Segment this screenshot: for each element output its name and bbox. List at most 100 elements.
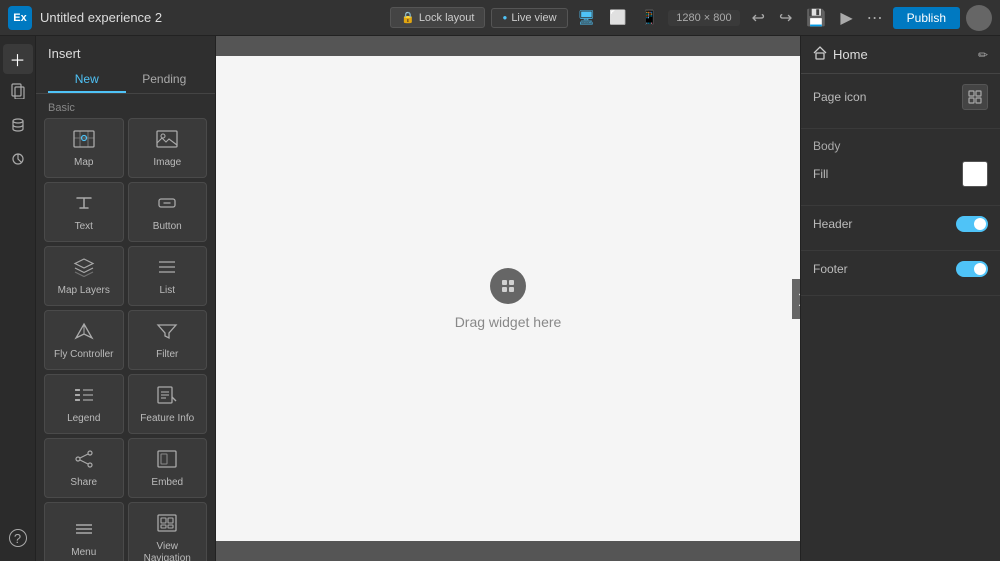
edit-icon[interactable]: ✏ xyxy=(978,48,988,62)
widget-text[interactable]: Text xyxy=(44,182,124,242)
text-label: Text xyxy=(75,221,93,233)
header-label: Header xyxy=(813,217,852,231)
collapse-panel-button[interactable]: ❯ xyxy=(792,279,800,319)
pages-icon xyxy=(10,83,26,104)
widget-grid: Map Image Text Button Map Layers List Fly Cont… xyxy=(36,118,215,561)
fill-color-swatch[interactable] xyxy=(962,161,988,187)
rail-insert-button[interactable]: ＋ xyxy=(3,44,33,74)
lock-layout-button[interactable]: 🔒 Lock layout xyxy=(390,7,485,28)
redo-button[interactable]: ↪ xyxy=(775,6,796,30)
filter-label: Filter xyxy=(156,349,178,361)
widget-map-layers[interactable]: Map Layers xyxy=(44,246,124,306)
widget-image[interactable]: Image xyxy=(128,118,208,178)
text-icon xyxy=(73,193,95,216)
map-label: Map xyxy=(74,157,93,169)
widget-fly-controller[interactable]: Fly Controller xyxy=(44,310,124,370)
widget-map[interactable]: Map xyxy=(44,118,124,178)
right-panel-header: Home ✏ xyxy=(801,36,1000,74)
map-layers-icon xyxy=(73,257,95,280)
topbar-actions: ↩ ↪ 💾 ▶ ⋯ Publish xyxy=(748,5,992,31)
map-icon xyxy=(73,129,95,152)
tablet-view-button[interactable]: ⬜ xyxy=(605,7,630,28)
lock-icon: 🔒 xyxy=(401,11,415,24)
rail-pages-button[interactable] xyxy=(3,78,33,108)
section-basic-label: Basic xyxy=(36,94,215,118)
undo-button[interactable]: ↩ xyxy=(748,6,769,30)
page-icon-picker[interactable] xyxy=(962,84,988,110)
header-toggle[interactable] xyxy=(956,216,988,232)
header-row: Header xyxy=(813,216,988,232)
widget-embed[interactable]: Embed xyxy=(128,438,208,498)
menu-icon xyxy=(73,519,95,542)
body-label: Body xyxy=(813,139,988,153)
app-title: Untitled experience 2 xyxy=(40,10,382,25)
footer-label: Footer xyxy=(813,262,848,276)
widget-menu[interactable]: Menu xyxy=(44,502,124,561)
plus-icon: ＋ xyxy=(9,47,25,71)
map-layers-label: Map Layers xyxy=(58,285,110,297)
canvas: Drag widget here ❯ xyxy=(216,56,800,541)
feature-info-label: Feature Info xyxy=(140,413,194,425)
drag-hint-icon xyxy=(490,268,526,304)
right-panel-title: Home xyxy=(833,47,972,62)
widget-feature-info[interactable]: Feature Info xyxy=(128,374,208,434)
legend-label: Legend xyxy=(67,413,100,425)
page-icon-row: Page icon xyxy=(813,84,988,110)
footer-row: Footer xyxy=(813,261,988,277)
help-icon: ? xyxy=(9,529,27,547)
user-avatar[interactable] xyxy=(966,5,992,31)
resolution-display: 1280 × 800 xyxy=(668,10,739,26)
data-icon xyxy=(10,117,26,138)
share-label: Share xyxy=(70,477,97,489)
more-options-button[interactable]: ⋯ xyxy=(863,6,887,30)
drag-hint: Drag widget here xyxy=(455,268,562,330)
view-navigation-label: View Navigation xyxy=(133,541,203,561)
canvas-area: Drag widget here ❯ xyxy=(216,36,800,561)
preview-button[interactable]: ▶ xyxy=(836,6,856,30)
insert-tabs: New Pending xyxy=(36,67,215,94)
theme-icon xyxy=(10,151,26,172)
widget-share[interactable]: Share xyxy=(44,438,124,498)
icon-rail: ＋ ? xyxy=(0,36,36,561)
legend-icon xyxy=(73,385,95,408)
rail-help-button[interactable]: ? xyxy=(3,523,33,553)
page-icon-label: Page icon xyxy=(813,90,866,104)
tab-pending[interactable]: Pending xyxy=(126,67,204,93)
insert-panel-header: Insert xyxy=(36,36,215,67)
footer-toggle[interactable] xyxy=(956,261,988,277)
footer-section: Footer xyxy=(801,251,1000,296)
topbar-center: 🔒 Lock layout ● Live view 🖥 ⬜ 📱 1280 × 8… xyxy=(390,7,739,28)
rail-theme-button[interactable] xyxy=(3,146,33,176)
drag-hint-text: Drag widget here xyxy=(455,314,562,330)
publish-button[interactable]: Publish xyxy=(893,7,960,29)
fly-controller-label: Fly Controller xyxy=(54,349,113,361)
filter-icon xyxy=(156,321,178,344)
desktop-view-button[interactable]: 🖥 xyxy=(574,7,600,28)
chevron-right-icon: ❯ xyxy=(797,292,800,306)
widget-view-navigation[interactable]: View Navigation xyxy=(128,502,208,561)
embed-icon xyxy=(156,449,178,472)
feature-info-icon xyxy=(156,385,178,408)
menu-label: Menu xyxy=(71,547,96,559)
widget-button[interactable]: Button xyxy=(128,182,208,242)
button-icon xyxy=(156,193,178,216)
list-icon xyxy=(156,257,178,280)
live-view-button[interactable]: ● Live view xyxy=(491,8,567,28)
topbar: Ex Untitled experience 2 🔒 Lock layout ●… xyxy=(0,0,1000,36)
app-logo: Ex xyxy=(8,6,32,30)
save-button[interactable]: 💾 xyxy=(802,6,830,30)
mobile-view-button[interactable]: 📱 xyxy=(637,7,662,28)
view-navigation-icon xyxy=(156,513,178,536)
widget-legend[interactable]: Legend xyxy=(44,374,124,434)
image-icon xyxy=(156,129,178,152)
tab-new[interactable]: New xyxy=(48,67,126,93)
share-icon xyxy=(73,449,95,472)
list-label: List xyxy=(159,285,175,297)
widget-list[interactable]: List xyxy=(128,246,208,306)
body-section: Body Fill xyxy=(801,129,1000,206)
rail-data-button[interactable] xyxy=(3,112,33,142)
fill-label: Fill xyxy=(813,167,828,181)
right-panel: Home ✏ Page icon Body Fill xyxy=(800,36,1000,561)
widget-filter[interactable]: Filter xyxy=(128,310,208,370)
fly-controller-icon xyxy=(73,321,95,344)
